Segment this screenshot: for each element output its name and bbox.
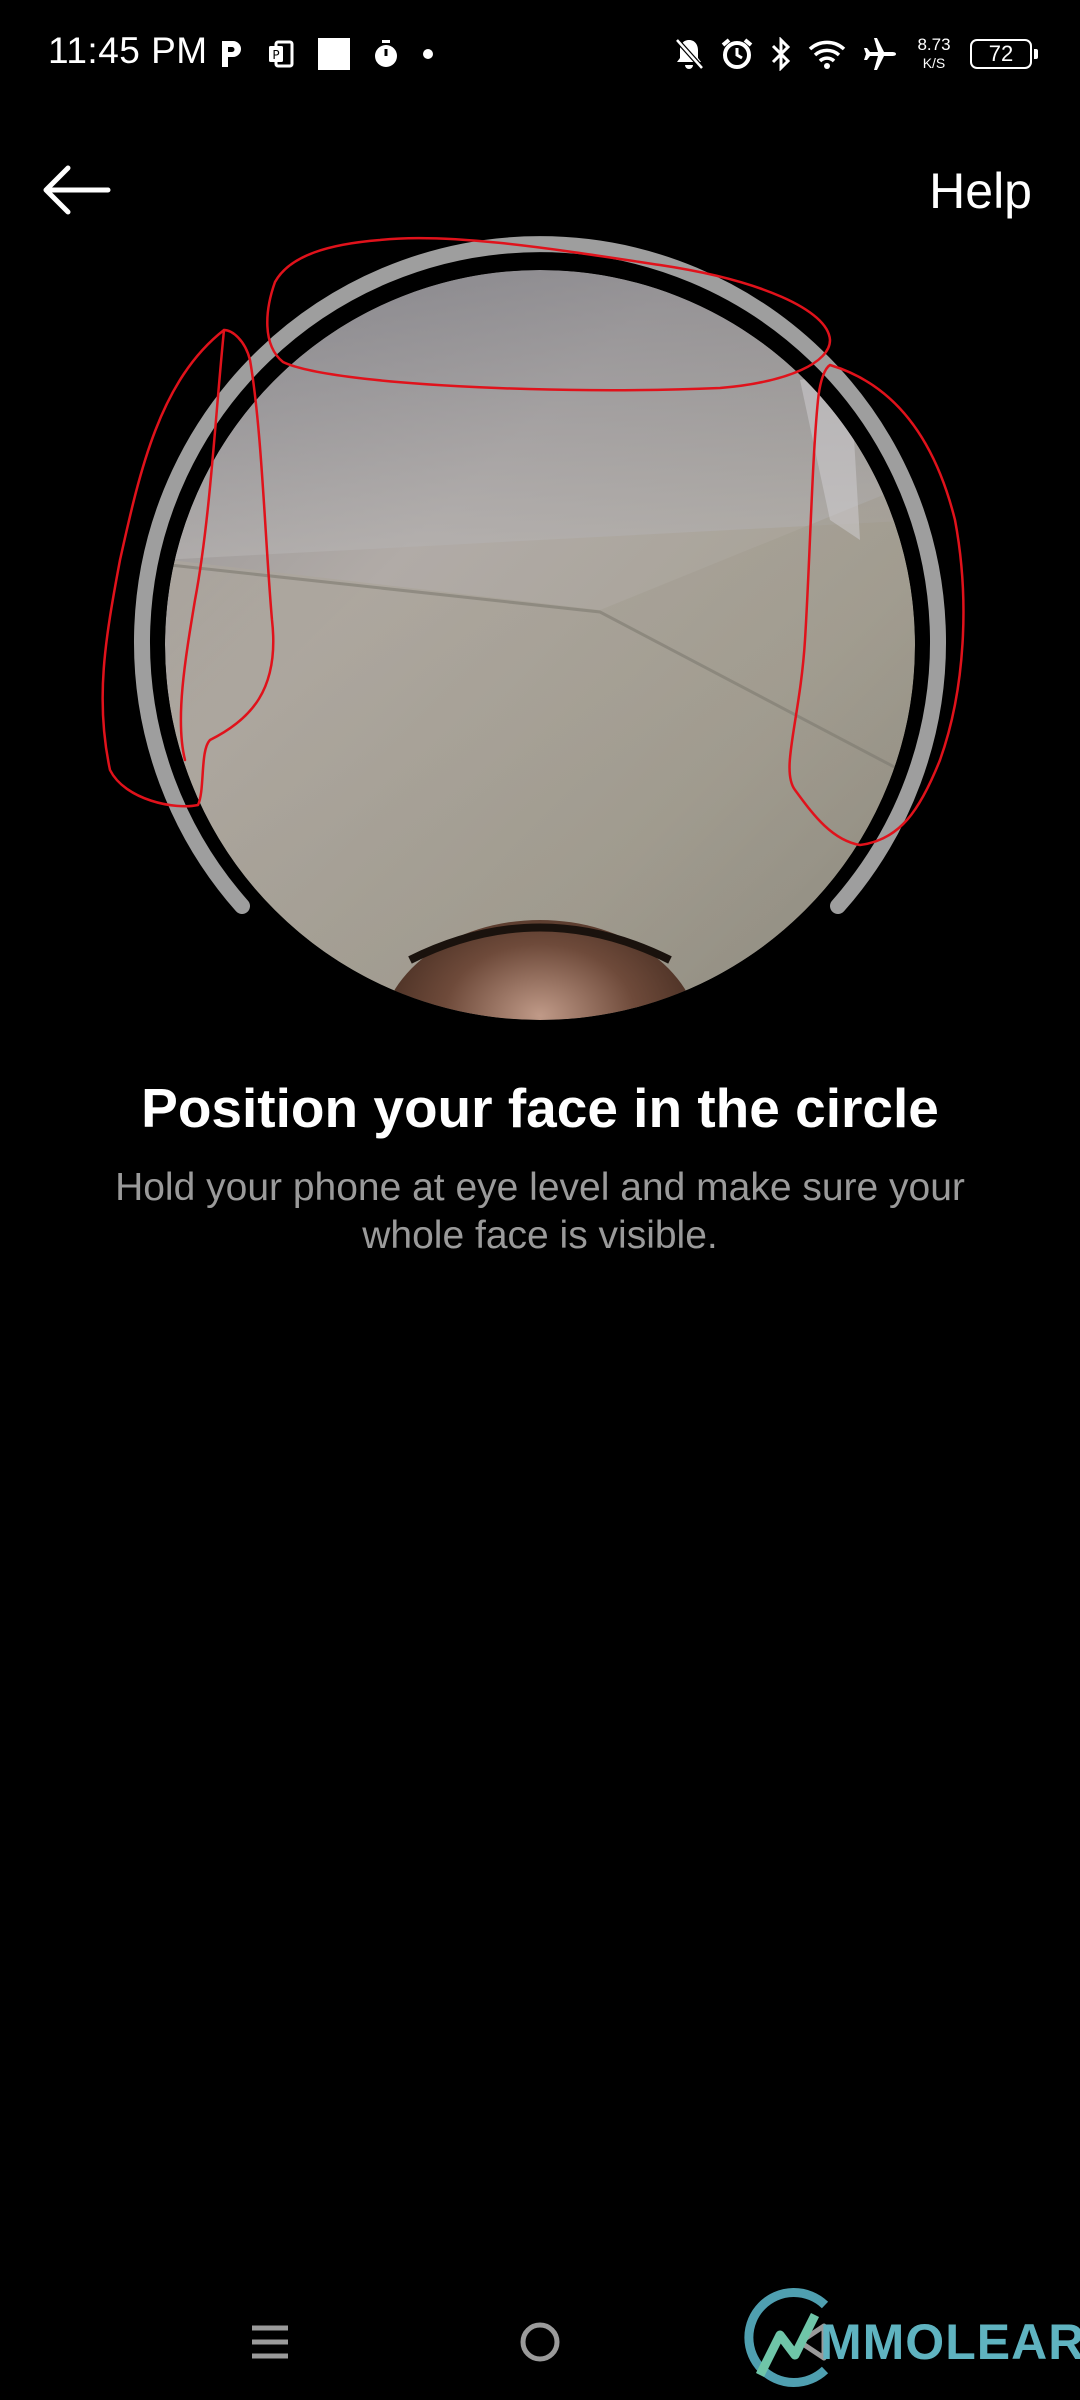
nav-home-button[interactable] [518,2320,562,2364]
camera-feed [165,270,915,1020]
back-triangle-icon [797,2323,827,2361]
camera-preview [101,236,965,1030]
instruction-title: Position your face in the circle [141,1077,939,1139]
nav-menu-button[interactable] [248,2320,292,2364]
camera-area [0,0,1080,1060]
system-nav-bar [0,2290,1080,2400]
instruction-body: Hold your phone at eye level and make su… [115,1166,965,1257]
nav-back-button[interactable] [790,2320,834,2364]
menu-lines-icon [252,2325,288,2359]
home-circle-icon [520,2322,560,2362]
